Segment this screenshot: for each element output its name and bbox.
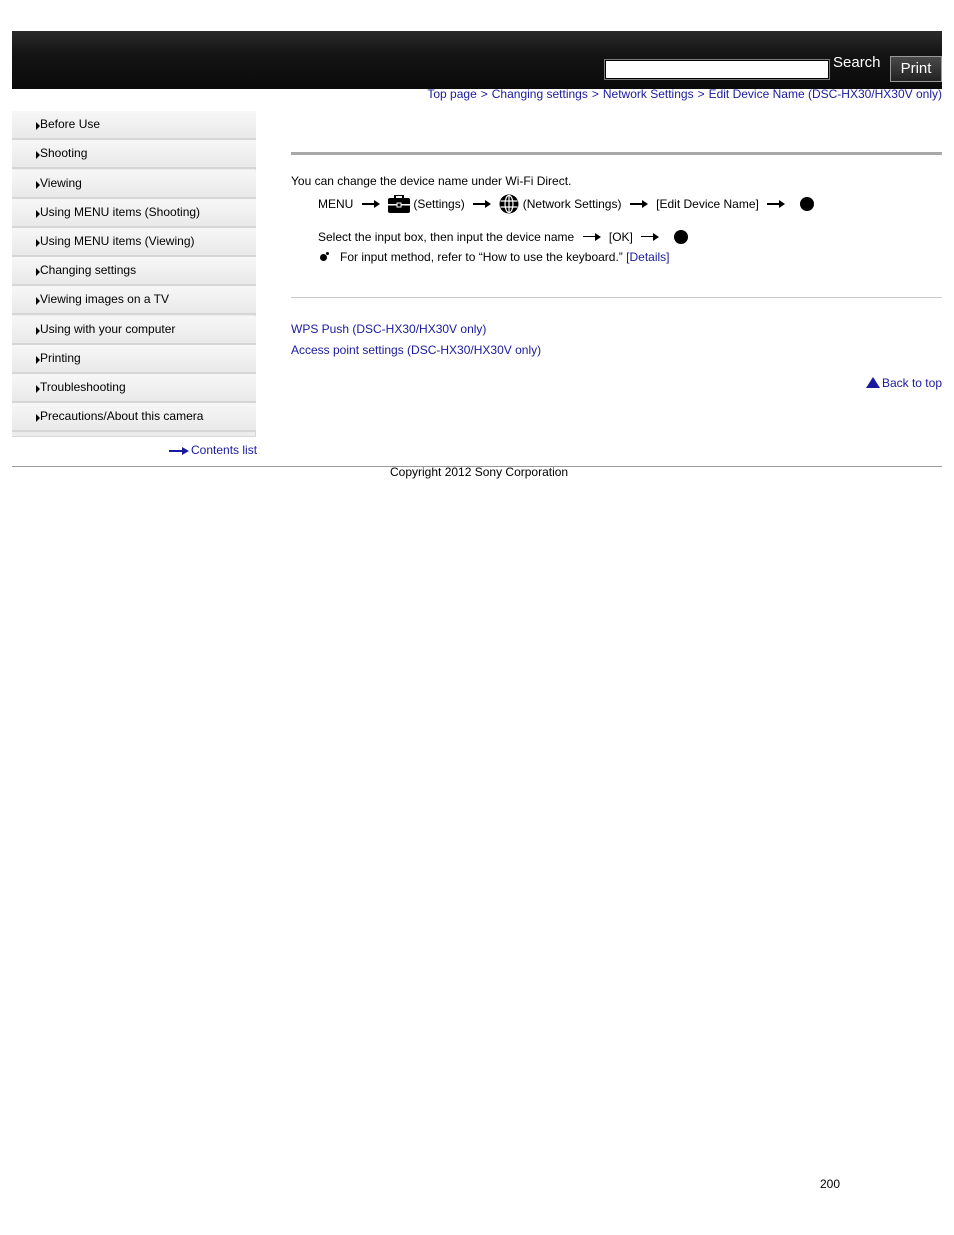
arrow-right-icon (473, 200, 492, 208)
sidebar-item-troubleshooting[interactable]: Troubleshooting (12, 374, 256, 403)
related-link-wps-push[interactable]: WPS Push (DSC-HX30/HX30V only) (291, 322, 486, 336)
ok-label: [OK] (608, 229, 633, 244)
contents-list-link[interactable]: Contents list (169, 443, 257, 457)
note-text: For input method, refer to “How to use t… (340, 250, 623, 264)
breadcrumb-separator: > (591, 87, 599, 101)
sidebar-item-changing-settings[interactable]: Changing settings (12, 257, 256, 286)
globe-icon (499, 194, 519, 214)
center-button-icon (799, 197, 814, 211)
sidebar-item-label: Printing (40, 351, 81, 365)
sidebar-item-label: Viewing (40, 176, 82, 190)
page-number: 200 (820, 1177, 841, 1191)
sidebar-item-precautions[interactable]: Precautions/About this camera (12, 403, 256, 432)
note-bullet-icon (320, 252, 329, 262)
sidebar-item-label: Precautions/About this camera (40, 409, 204, 423)
section-divider (291, 297, 942, 298)
menu-label: MENU (318, 197, 354, 211)
sidebar-item-computer[interactable]: Using with your computer (12, 316, 256, 345)
sidebar-item-label: Viewing images on a TV (40, 292, 169, 306)
breadcrumb-changing-settings[interactable]: Changing settings (492, 87, 588, 101)
arrow-right-icon (582, 232, 601, 241)
breadcrumb-current-page[interactable]: Edit Device Name (DSC-HX30/HX30V only) (709, 87, 942, 101)
network-settings-label: (Network Settings) (522, 197, 622, 211)
sidebar-item-label: Before Use (40, 117, 101, 131)
sidebar-item-shooting[interactable]: Shooting (12, 140, 256, 169)
step2-text: Select the input box, then input the dev… (318, 229, 575, 244)
print-button[interactable]: Print (890, 56, 942, 82)
sidebar-item-label: Using with your computer (40, 322, 176, 336)
procedure-step-1: MENU (Settings) (Network Settings) [Edit… (318, 194, 814, 220)
arrow-right-icon (361, 200, 380, 208)
sidebar-item-printing[interactable]: Printing (12, 345, 256, 374)
sidebar-item-label: Changing settings (40, 263, 137, 277)
procedure-step-2: Select the input box, then input the dev… (318, 229, 688, 244)
arrow-right-icon (629, 200, 648, 208)
sidebar-item-menu-shooting[interactable]: Using MENU items (Shooting) (12, 199, 256, 228)
toolbox-icon (388, 195, 411, 213)
intro-text: You can change the device name under Wi-… (291, 174, 572, 188)
sidebar-item-label: Troubleshooting (40, 380, 126, 394)
arrow-right-icon (169, 446, 189, 455)
related-link-access-point[interactable]: Access point settings (DSC-HX30/HX30V on… (291, 343, 541, 357)
back-to-top-link[interactable]: Back to top (865, 376, 942, 390)
copyright-text: Copyright 2012 Sony Corporation (390, 465, 569, 479)
sidebar-item-before-use[interactable]: Before Use (12, 111, 256, 140)
search-button[interactable]: Search (833, 54, 881, 71)
triangle-up-icon (865, 377, 880, 388)
sidebar-item-label: Shooting (40, 146, 88, 160)
arrow-right-icon (641, 232, 660, 241)
sidebar-item-viewing[interactable]: Viewing (12, 170, 256, 199)
breadcrumb-separator: > (697, 87, 705, 101)
breadcrumb-network-settings[interactable]: Network Settings (603, 87, 694, 101)
sidebar-item-label: Using MENU items (Viewing) (40, 234, 195, 248)
settings-label: (Settings) (413, 197, 465, 211)
center-button-icon (673, 229, 688, 244)
breadcrumb: Top page > Changing settings > Network Setti… (427, 87, 942, 101)
sidebar-item-label: Using MENU items (Shooting) (40, 205, 201, 219)
search-input[interactable] (604, 59, 830, 80)
title-divider (291, 152, 942, 155)
edit-device-name-label: [Edit Device Name] (656, 197, 759, 211)
sidebar-item-menu-viewing[interactable]: Using MENU items (Viewing) (12, 228, 256, 257)
details-link[interactable]: [Details] (626, 250, 669, 264)
back-to-top-label: Back to top (881, 376, 942, 390)
note-item: For input method, refer to “How to use t… (320, 250, 670, 264)
sidebar-item-viewing-tv[interactable]: Viewing images on a TV (12, 286, 256, 315)
breadcrumb-separator: > (480, 87, 488, 101)
contents-list-label: Contents list (191, 443, 258, 457)
sidebar: Before Use Shooting Viewing Using MENU i… (12, 111, 256, 437)
arrow-right-icon (767, 200, 786, 208)
breadcrumb-top-page[interactable]: Top page (427, 87, 476, 101)
